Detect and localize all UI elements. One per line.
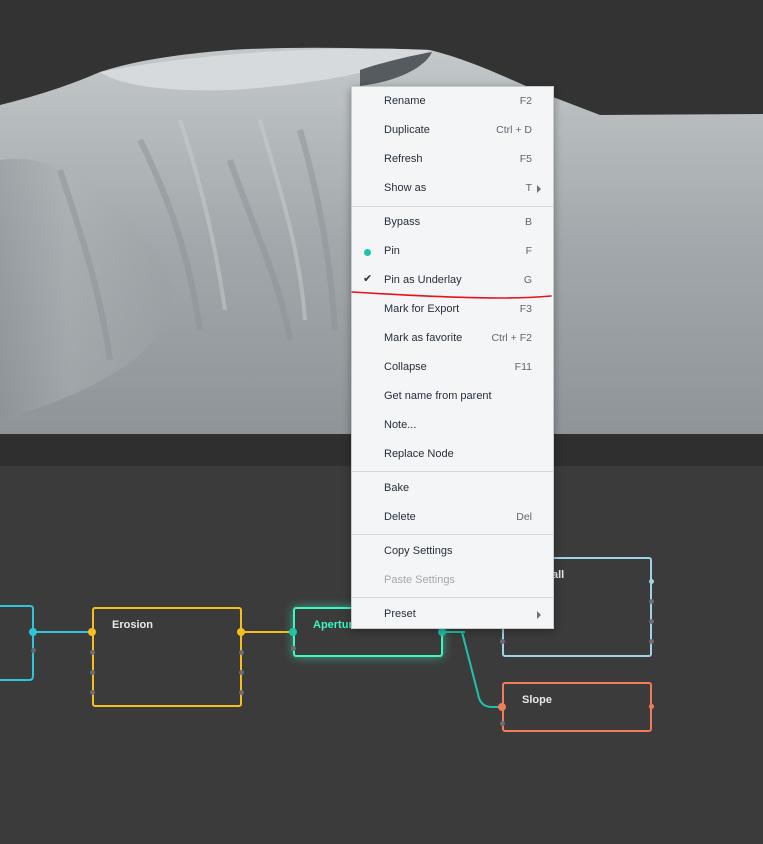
- input-port[interactable]: [90, 650, 95, 655]
- menu-item-refresh[interactable]: Refresh F5: [352, 146, 553, 174]
- menu-item-label: Bake: [384, 482, 410, 494]
- menu-item-label: Get name from parent: [384, 390, 492, 402]
- menu-item-pin-as-underlay[interactable]: ✔ Pin as Underlay G: [352, 267, 553, 295]
- output-port[interactable]: [649, 619, 654, 624]
- menu-item-shortcut: Ctrl + F2: [491, 332, 532, 344]
- input-port[interactable]: [291, 646, 296, 651]
- menu-item-label: Pin: [384, 245, 400, 257]
- node-title: Slope: [522, 694, 552, 706]
- menu-item-label: Preset: [384, 608, 416, 620]
- menu-item-label: Copy Settings: [384, 545, 453, 557]
- output-port[interactable]: [29, 628, 37, 636]
- submenu-arrow-icon: [537, 185, 541, 193]
- input-port[interactable]: [500, 639, 505, 644]
- menu-item-replace-node[interactable]: Replace Node: [352, 441, 553, 469]
- input-port[interactable]: [289, 628, 297, 636]
- menu-item-get-name-from-parent[interactable]: Get name from parent: [352, 383, 553, 411]
- menu-item-label: Duplicate: [384, 124, 430, 136]
- menu-item-shortcut: F3: [519, 303, 532, 315]
- checkmark-icon: ✔: [363, 272, 373, 285]
- input-port[interactable]: [500, 721, 505, 726]
- node-context-menu: Rename F2 Duplicate Ctrl + D Refresh F5 …: [351, 86, 554, 629]
- menu-item-label: Paste Settings: [384, 574, 455, 586]
- menu-item-preset[interactable]: Preset: [352, 601, 553, 629]
- output-port[interactable]: [649, 704, 654, 709]
- menu-item-shortcut: T: [525, 182, 532, 194]
- menu-item-shortcut: F: [525, 245, 532, 257]
- input-port[interactable]: [90, 670, 95, 675]
- menu-separator: [352, 471, 553, 472]
- menu-item-label: Show as: [384, 182, 427, 194]
- menu-item-pin[interactable]: Pin F: [352, 238, 553, 266]
- menu-separator: [352, 534, 553, 535]
- menu-item-label: Refresh: [384, 153, 423, 165]
- menu-item-duplicate[interactable]: Duplicate Ctrl + D: [352, 117, 553, 145]
- submenu-arrow-icon: [537, 611, 541, 619]
- output-port[interactable]: [649, 639, 654, 644]
- menu-item-label: Collapse: [384, 361, 427, 373]
- node-title: Erosion: [112, 619, 153, 631]
- menu-item-copy-settings[interactable]: Copy Settings: [352, 538, 553, 566]
- menu-item-label: Delete: [384, 511, 416, 523]
- menu-item-label: Mark as favorite: [384, 332, 463, 344]
- menu-item-rename[interactable]: Rename F2: [352, 88, 553, 116]
- menu-item-shortcut: Ctrl + D: [496, 124, 532, 136]
- menu-item-show-as[interactable]: Show as T: [352, 175, 553, 203]
- menu-item-label: Rename: [384, 95, 426, 107]
- menu-item-shortcut: F2: [519, 95, 532, 107]
- menu-item-mark-as-favorite[interactable]: Mark as favorite Ctrl + F2: [352, 325, 553, 353]
- output-port[interactable]: [239, 690, 244, 695]
- menu-item-shortcut: B: [524, 216, 532, 228]
- menu-item-collapse[interactable]: Collapse F11: [352, 354, 553, 382]
- output-port[interactable]: [239, 650, 244, 655]
- menu-item-label: Bypass: [384, 216, 421, 228]
- output-port[interactable]: [237, 628, 245, 636]
- erosion-node[interactable]: Erosion: [92, 607, 242, 707]
- output-port[interactable]: [438, 628, 446, 636]
- menu-separator: [352, 597, 553, 598]
- menu-item-bypass[interactable]: Bypass B: [352, 209, 553, 237]
- menu-item-delete[interactable]: Delete Del: [352, 504, 553, 532]
- menu-item-mark-for-export[interactable]: Mark for Export F3: [352, 296, 553, 324]
- node-title: Apertur: [313, 619, 353, 631]
- menu-item-shortcut: F5: [519, 153, 532, 165]
- input-port[interactable]: [88, 628, 96, 636]
- menu-item-note[interactable]: Note...: [352, 412, 553, 440]
- menu-item-shortcut: F11: [514, 361, 532, 373]
- status-dot-icon: [364, 249, 371, 256]
- slope-node[interactable]: Slope: [502, 682, 652, 732]
- menu-item-paste-settings: Paste Settings: [352, 567, 553, 595]
- menu-item-label: Mark for Export: [384, 303, 460, 315]
- output-port[interactable]: [31, 648, 36, 653]
- menu-item-bake[interactable]: Bake: [352, 475, 553, 503]
- input-port[interactable]: [90, 690, 95, 695]
- menu-separator: [352, 206, 553, 207]
- output-port[interactable]: [649, 579, 654, 584]
- input-port[interactable]: [498, 703, 506, 711]
- output-port[interactable]: [649, 599, 654, 604]
- output-port[interactable]: [239, 670, 244, 675]
- menu-item-shortcut: G: [523, 274, 532, 286]
- menu-item-label: Replace Node: [384, 448, 454, 460]
- menu-item-label: Pin as Underlay: [384, 274, 462, 286]
- menu-item-label: Note...: [384, 419, 417, 431]
- menu-item-shortcut: Del: [516, 511, 532, 523]
